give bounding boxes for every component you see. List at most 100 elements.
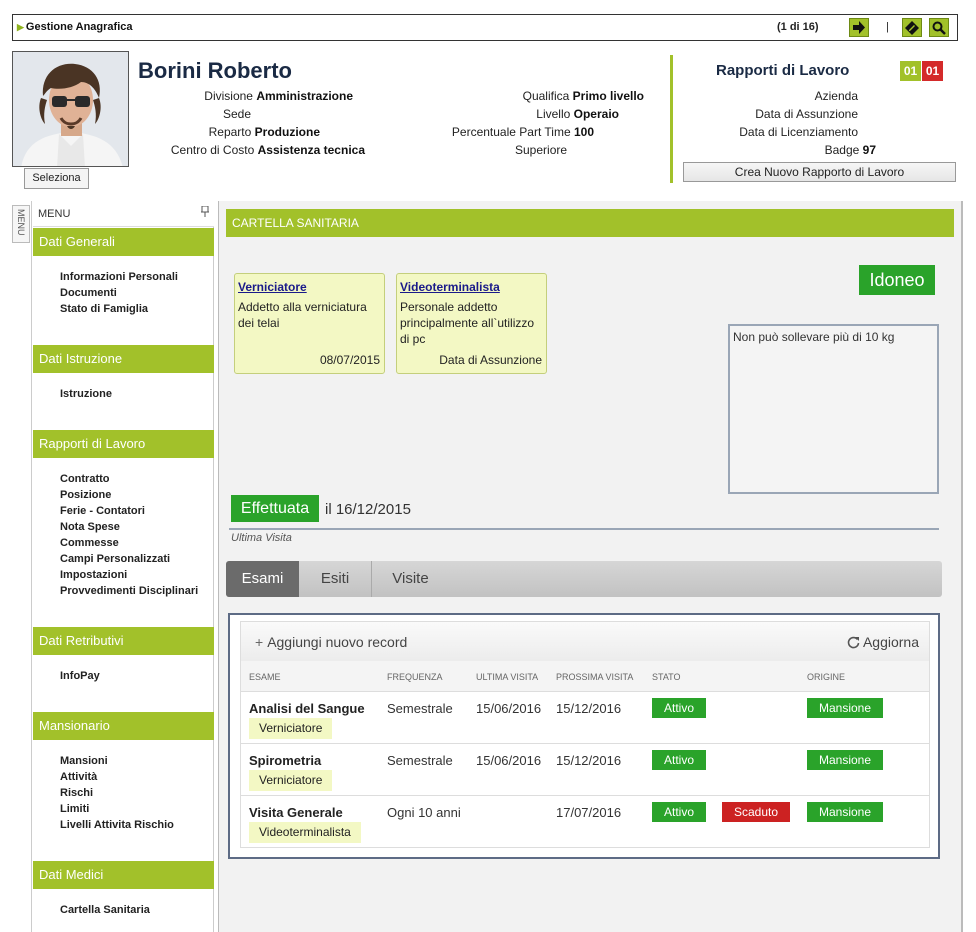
- add-record-label: Aggiungi nuovo record: [267, 634, 408, 650]
- next-record-button[interactable]: [849, 18, 869, 37]
- select-photo-button[interactable]: Seleziona: [24, 168, 89, 189]
- pin-icon[interactable]: [201, 205, 209, 220]
- exam-next-visit: 17/07/2016: [556, 805, 622, 820]
- menu-item[interactable]: Mansioni: [60, 755, 108, 767]
- section-dati-retributivi[interactable]: Dati Retributivi: [33, 627, 214, 655]
- edit-icon: [905, 21, 919, 35]
- visit-date: il 16/12/2015: [325, 501, 411, 518]
- field-data-licenziamento: Data di Licenziamento: [739, 125, 858, 139]
- mansione-card-description: Personale addetto principalmente all`uti…: [400, 300, 535, 346]
- section-rapporti-di-lavoro[interactable]: Rapporti di Lavoro: [33, 430, 214, 458]
- origin-badge: Mansione: [807, 698, 883, 718]
- rapporto-badge-total[interactable]: 01: [922, 61, 943, 81]
- mansione-card-title[interactable]: Verniciatore: [238, 280, 307, 294]
- menu-item[interactable]: Commesse: [60, 537, 119, 549]
- limitations-note-text: Non può sollevare più di 10 kg: [733, 330, 895, 344]
- exam-name: Spirometria: [249, 753, 322, 768]
- tab-esiti[interactable]: Esiti: [299, 561, 372, 597]
- limitations-note[interactable]: Non può sollevare più di 10 kg: [728, 324, 939, 494]
- menu-item[interactable]: Contratto: [60, 473, 110, 485]
- toolbar-separator: |: [886, 21, 889, 33]
- menu-item[interactable]: Nota Spese: [60, 521, 120, 533]
- table-row[interactable]: Analisi del Sangue Verniciatore Semestra…: [240, 692, 930, 744]
- rapporti-title: Rapporti di Lavoro: [716, 62, 850, 79]
- new-rapporto-button[interactable]: Crea Nuovo Rapporto di Lavoro: [683, 162, 956, 182]
- tab-visite[interactable]: Visite: [373, 561, 448, 597]
- col-header[interactable]: Stato: [652, 672, 681, 682]
- plus-icon: +: [255, 634, 264, 650]
- mansione-card-date: 08/07/2015: [319, 353, 380, 367]
- refresh-label: Aggiorna: [862, 634, 919, 650]
- col-header[interactable]: Origine: [807, 672, 845, 682]
- sidebar-title: MENU: [38, 208, 71, 220]
- mansione-card[interactable]: Verniciatore Addetto alla verniciatura d…: [234, 273, 385, 374]
- origin-badge: Mansione: [807, 802, 883, 822]
- rapporto-badge-active[interactable]: 01: [900, 61, 921, 81]
- section-dati-istruzione[interactable]: Dati Istruzione: [33, 345, 214, 373]
- col-header[interactable]: Esame: [249, 672, 281, 682]
- field-qualifica: Qualifica Primo livello: [522, 89, 644, 103]
- search-button[interactable]: [929, 18, 949, 37]
- menu-item[interactable]: Cartella Sanitaria: [60, 904, 150, 916]
- edit-button[interactable]: [902, 18, 922, 37]
- field-reparto: Reparto Produzione: [208, 125, 320, 139]
- header-divider: [670, 55, 673, 183]
- mansione-card-date: Data di Assunzione: [439, 353, 542, 367]
- refresh-icon: [847, 636, 860, 649]
- exam-frequency: Semestrale: [387, 701, 453, 716]
- col-header[interactable]: Frequenza: [387, 672, 443, 682]
- menu-item[interactable]: Rischi: [60, 787, 93, 799]
- menu-item[interactable]: Livelli Attivita Rischio: [60, 819, 174, 831]
- status-badge: Attivo: [652, 802, 706, 822]
- sidebar: MENU Dati Generali Informazioni Personal…: [33, 201, 214, 932]
- sidebar-header: MENU: [33, 201, 214, 227]
- exam-frequency: Semestrale: [387, 753, 453, 768]
- menu-toggle[interactable]: MENU: [12, 205, 30, 243]
- field-part-time: Percentuale Part Time 100: [451, 125, 594, 139]
- exam-name: Visita Generale: [249, 805, 343, 820]
- field-livello: Livello Operaio: [536, 107, 619, 121]
- arrow-right-icon: [853, 21, 865, 34]
- section-dati-medici[interactable]: Dati Medici: [33, 861, 214, 889]
- menu-item[interactable]: Istruzione: [60, 388, 112, 400]
- menu-item[interactable]: Limiti: [60, 803, 89, 815]
- section-dati-generali[interactable]: Dati Generali: [33, 228, 214, 256]
- table-row[interactable]: Visita Generale Videoterminalista Ogni 1…: [240, 796, 930, 848]
- section-mansionario[interactable]: Mansionario: [33, 712, 214, 740]
- field-centro-di-costo: Centro di Costo Assistenza tecnica: [170, 143, 365, 157]
- col-header[interactable]: Prossima Visita: [556, 672, 633, 682]
- menu-item[interactable]: InfoPay: [60, 670, 100, 682]
- menu-item[interactable]: Informazioni Personali: [60, 271, 178, 283]
- expired-badge: Scaduto: [722, 802, 790, 822]
- exam-next-visit: 15/12/2016: [556, 701, 622, 716]
- top-bar: ▶ Gestione Anagrafica (1 di 16) |: [12, 14, 958, 41]
- menu-item[interactable]: Ferie - Contatori: [60, 505, 145, 517]
- mansione-card[interactable]: Videoterminalista Personale addetto prin…: [396, 273, 547, 374]
- idoneo-badge: Idoneo: [859, 265, 935, 295]
- mansione-card-description: Addetto alla verniciatura dei telai: [238, 300, 367, 330]
- record-counter: (1 di 16): [777, 21, 819, 33]
- add-record-button[interactable]: + Aggiungi nuovo record: [255, 634, 407, 650]
- menu-item[interactable]: Campi Personalizzati: [60, 553, 170, 565]
- menu-item[interactable]: Attività: [60, 771, 97, 783]
- field-superiore: Superiore: [515, 143, 568, 157]
- exam-last-visit: 15/06/2016: [476, 753, 542, 768]
- tab-esami[interactable]: Esami: [226, 561, 299, 597]
- menu-item[interactable]: Stato di Famiglia: [60, 303, 148, 315]
- visit-divider: [229, 528, 939, 530]
- col-header[interactable]: Ultima Visita: [476, 672, 538, 682]
- menu-item[interactable]: Documenti: [60, 287, 117, 299]
- field-sede: Sede: [223, 107, 252, 121]
- refresh-button[interactable]: Aggiorna: [847, 634, 919, 650]
- exam-frequency: Ogni 10 anni: [387, 805, 461, 820]
- menu-item[interactable]: Impostazioni: [60, 569, 127, 581]
- content-border: [961, 201, 963, 932]
- mansione-card-title[interactable]: Videoterminalista: [400, 280, 500, 294]
- exam-last-visit: 15/06/2016: [476, 701, 542, 716]
- tab-bar: Esami Esiti Visite: [226, 561, 942, 597]
- status-badge: Attivo: [652, 750, 706, 770]
- exams-grid: + Aggiungi nuovo record Aggiorna Esame Fr…: [228, 613, 940, 859]
- menu-item[interactable]: Posizione: [60, 489, 111, 501]
- menu-item[interactable]: Provvedimenti Disciplinari: [60, 585, 198, 597]
- table-row[interactable]: Spirometria Verniciatore Semestrale 15/0…: [240, 744, 930, 796]
